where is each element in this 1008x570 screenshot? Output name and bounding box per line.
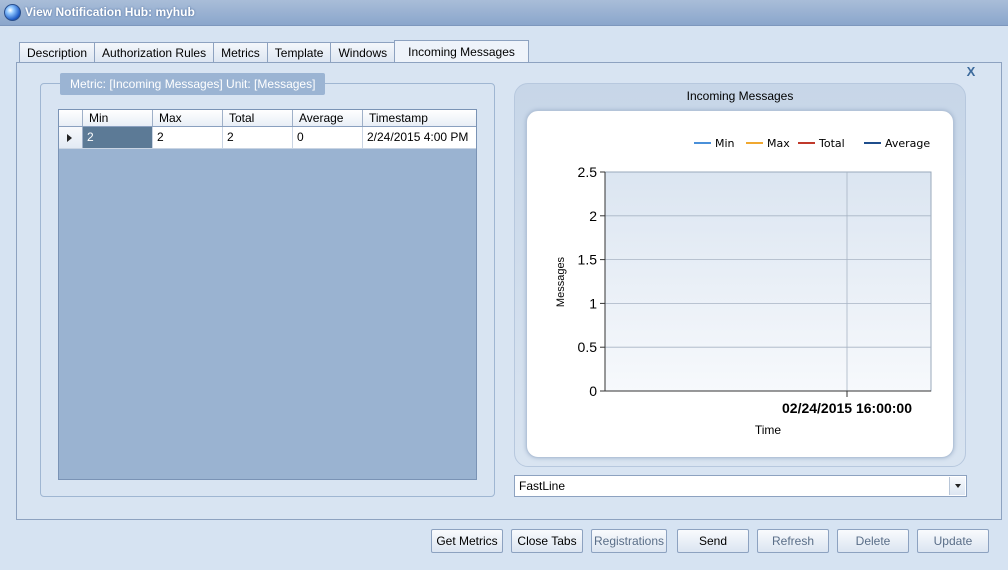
tab-description[interactable]: Description <box>19 42 95 63</box>
cell-total[interactable]: 2 <box>223 127 293 148</box>
metric-caption: Metric: [Incoming Messages] Unit: [Messa… <box>60 73 326 95</box>
y-tick-label: 0.5 <box>578 339 598 355</box>
window-title: View Notification Hub: myhub <box>25 5 195 19</box>
metrics-grid[interactable]: Min Max Total Average Timestamp 2 2 2 0 … <box>58 109 477 480</box>
tab-strip: Description Authorization Rules Metrics … <box>19 40 529 63</box>
chart-type-value: FastLine <box>519 479 566 493</box>
cell-timestamp[interactable]: 2/24/2015 4:00 PM <box>363 127 476 148</box>
update-button[interactable]: Update <box>917 529 989 553</box>
legend-label-min: Min <box>715 137 735 150</box>
y-tick-label: 1 <box>589 295 597 311</box>
tab-incoming-messages[interactable]: Incoming Messages <box>394 40 529 63</box>
dropdown-button[interactable] <box>949 477 965 495</box>
title-bar: View Notification Hub: myhub <box>0 0 1008 26</box>
send-button[interactable]: Send <box>677 529 749 553</box>
tab-template[interactable]: Template <box>266 42 331 63</box>
tab-metrics[interactable]: Metrics <box>213 42 267 63</box>
close-tab-icon[interactable]: X <box>964 64 978 79</box>
row-pointer-icon <box>67 134 72 142</box>
y-tick-label: 2 <box>589 208 597 224</box>
row-header[interactable] <box>59 127 83 148</box>
y-tick-label: 1.5 <box>578 252 598 268</box>
y-tick-label: 0 <box>589 383 597 399</box>
y-axis-label: Messages <box>555 256 567 307</box>
column-header-average[interactable]: Average <box>293 110 363 126</box>
grid-corner <box>59 110 83 126</box>
legend-label-total: Total <box>818 137 845 150</box>
cell-max[interactable]: 2 <box>153 127 223 148</box>
registrations-button[interactable]: Registrations <box>591 529 667 553</box>
close-tabs-button[interactable]: Close Tabs <box>511 529 583 553</box>
tab-authorization-rules[interactable]: Authorization Rules <box>94 42 214 63</box>
column-header-timestamp[interactable]: Timestamp <box>363 110 476 126</box>
chart-title: Incoming Messages <box>686 89 794 103</box>
grid-header: Min Max Total Average Timestamp <box>59 110 476 127</box>
column-header-max[interactable]: Max <box>153 110 223 126</box>
plot-area <box>604 171 932 392</box>
get-metrics-button[interactable]: Get Metrics <box>431 529 503 553</box>
refresh-button[interactable]: Refresh <box>757 529 829 553</box>
chart-plot: 0 0.5 1 1.5 2 2.5 02/24/2015 16:00:00Time Messa… <box>555 137 932 437</box>
x-tick-label: 02/24/2015 16:00:00 <box>782 400 912 416</box>
y-tick-label: 2.5 <box>578 164 598 180</box>
legend-label-max: Max <box>767 137 790 150</box>
globe-icon <box>4 4 21 21</box>
tab-windows[interactable]: Windows <box>330 42 395 63</box>
table-row[interactable]: 2 2 2 0 2/24/2015 4:00 PM <box>59 127 476 149</box>
chart-type-select[interactable]: FastLine <box>514 475 967 497</box>
legend-label-average: Average <box>885 137 930 150</box>
delete-button[interactable]: Delete <box>837 529 909 553</box>
cell-average[interactable]: 0 <box>293 127 363 148</box>
column-header-total[interactable]: Total <box>223 110 293 126</box>
column-header-min[interactable]: Min <box>83 110 153 126</box>
chevron-down-icon <box>955 484 961 488</box>
x-axis-label: Time <box>755 423 782 437</box>
cell-min[interactable]: 2 <box>83 127 153 148</box>
